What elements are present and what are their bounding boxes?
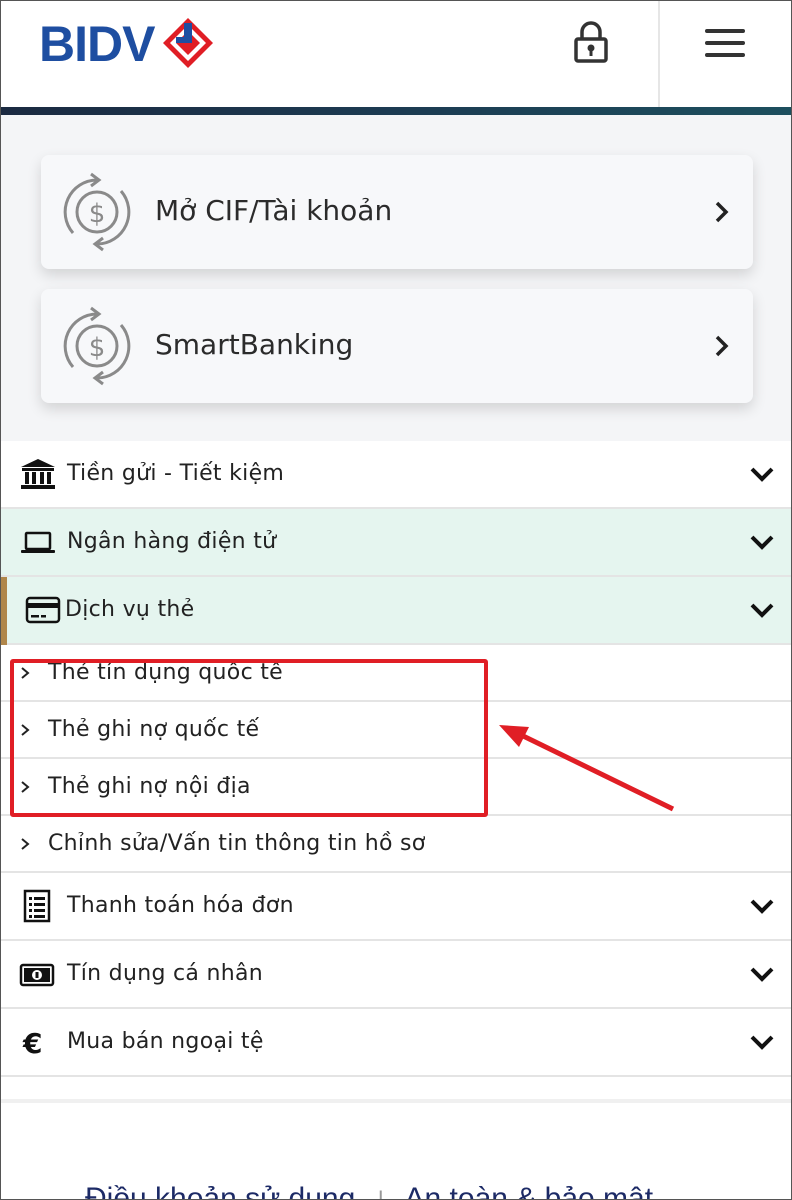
annotation-arrow-icon bbox=[499, 725, 675, 812]
menu-item-label: Thanh toán hóa đơn bbox=[67, 893, 294, 918]
card-open-account[interactable]: $ Mở CIF/Tài khoản bbox=[41, 155, 753, 269]
menu-item-label: Dịch vụ thẻ bbox=[65, 597, 195, 622]
menu-item-label: Tiền gửi - Tiết kiệm bbox=[67, 461, 285, 486]
menu-item-foreign-exchange[interactable]: € Mua bán ngoại tệ bbox=[1, 1009, 791, 1077]
chevron-right-icon bbox=[715, 201, 729, 223]
chevron-down-icon bbox=[750, 603, 774, 618]
feature-cards: $ Mở CIF/Tài khoản $ SmartBanking bbox=[1, 115, 791, 441]
menu-item-personal-credit[interactable]: Tín dụng cá nhân bbox=[1, 941, 791, 1009]
invoice-icon bbox=[23, 889, 51, 923]
app-frame: BIDV $ Mở CIF/Tài khoản $ SmartBanking T… bbox=[0, 0, 792, 1200]
hamburger-menu-button[interactable] bbox=[701, 23, 749, 63]
svg-text:$: $ bbox=[89, 333, 106, 363]
dollar-refresh-icon: $ bbox=[63, 306, 131, 386]
dollar-refresh-icon: $ bbox=[63, 172, 131, 252]
hamburger-line bbox=[705, 41, 745, 45]
credit-card-icon bbox=[25, 596, 61, 624]
active-indicator bbox=[1, 577, 7, 645]
header-accent-bar bbox=[1, 107, 791, 115]
card-smartbanking[interactable]: $ SmartBanking bbox=[41, 289, 753, 403]
submenu-item-edit-profile[interactable]: Chỉnh sửa/Vấn tin thông tin hồ sơ bbox=[1, 816, 791, 873]
card-label: Mở CIF/Tài khoản bbox=[155, 194, 393, 227]
footer-separator bbox=[1, 1099, 791, 1103]
logo-text: BIDV bbox=[39, 16, 155, 72]
chevron-down-icon bbox=[750, 467, 774, 482]
bidv-diamond-icon bbox=[163, 18, 213, 68]
menu-item-ebanking[interactable]: Ngân hàng điện tử bbox=[1, 509, 791, 577]
chevron-down-icon bbox=[750, 1035, 774, 1050]
submenu-item-label: Chỉnh sửa/Vấn tin thông tin hồ sơ bbox=[48, 831, 426, 856]
footer-link-separator: | bbox=[378, 1187, 384, 1199]
menu-item-label: Ngân hàng điện tử bbox=[67, 529, 277, 554]
footer-links: Điều khoản sử dụng | An toàn & bảo mật bbox=[85, 1181, 654, 1199]
security-link[interactable]: An toàn & bảo mật bbox=[405, 1182, 654, 1199]
header-divider bbox=[658, 1, 660, 107]
svg-text:$: $ bbox=[89, 199, 106, 229]
menu-item-card-services[interactable]: Dịch vụ thẻ bbox=[1, 577, 791, 645]
menu-item-savings[interactable]: Tiền gửi - Tiết kiệm bbox=[1, 441, 791, 509]
chevron-down-icon bbox=[750, 535, 774, 550]
card-label: SmartBanking bbox=[155, 328, 354, 361]
lock-icon bbox=[574, 21, 608, 63]
chevron-down-icon bbox=[750, 899, 774, 914]
hamburger-line bbox=[705, 53, 745, 57]
euro-icon: € bbox=[22, 1027, 42, 1059]
caret-right-icon bbox=[21, 838, 30, 850]
laptop-icon bbox=[21, 531, 55, 553]
chevron-right-icon bbox=[715, 335, 729, 357]
annotation-highlight-box bbox=[10, 659, 488, 817]
money-bill-icon bbox=[19, 963, 55, 987]
login-lock-button[interactable] bbox=[567, 19, 615, 65]
svg-text:€: € bbox=[22, 1027, 42, 1059]
bidv-logo[interactable]: BIDV bbox=[39, 15, 219, 75]
bank-icon bbox=[21, 459, 55, 489]
hamburger-line bbox=[705, 29, 745, 33]
terms-of-use-link[interactable]: Điều khoản sử dụng bbox=[85, 1182, 355, 1199]
menu-item-bill-payment[interactable]: Thanh toán hóa đơn bbox=[1, 873, 791, 941]
menu-item-label: Mua bán ngoại tệ bbox=[67, 1029, 264, 1054]
chevron-down-icon bbox=[750, 967, 774, 982]
header: BIDV bbox=[1, 1, 791, 107]
menu-item-label: Tín dụng cá nhân bbox=[67, 961, 263, 986]
